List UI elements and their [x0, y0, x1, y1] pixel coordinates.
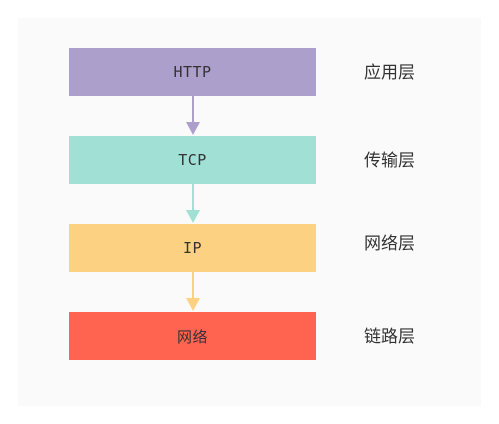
layer-box-http-text: HTTP [173, 63, 212, 81]
layer-box-network-text: 网络 [176, 327, 208, 346]
layer-box-http: HTTP [69, 48, 316, 96]
arrow-tcp-to-ip [185, 184, 201, 224]
layer-box-tcp: TCP [69, 136, 316, 184]
layer-box-ip-text: IP [182, 239, 203, 257]
layer-label-transport: 传输层 [364, 151, 415, 171]
layer-box-tcp-text: TCP [178, 151, 207, 169]
arrow-ip-to-link [185, 272, 201, 312]
layer-label-application: 应用层 [364, 63, 415, 83]
layer-box-network: 网络 [69, 312, 316, 360]
layer-label-link: 链路层 [364, 327, 415, 347]
layer-box-ip: IP [69, 224, 316, 272]
layer-label-network: 网络层 [364, 234, 415, 254]
arrow-http-to-tcp [185, 96, 201, 136]
